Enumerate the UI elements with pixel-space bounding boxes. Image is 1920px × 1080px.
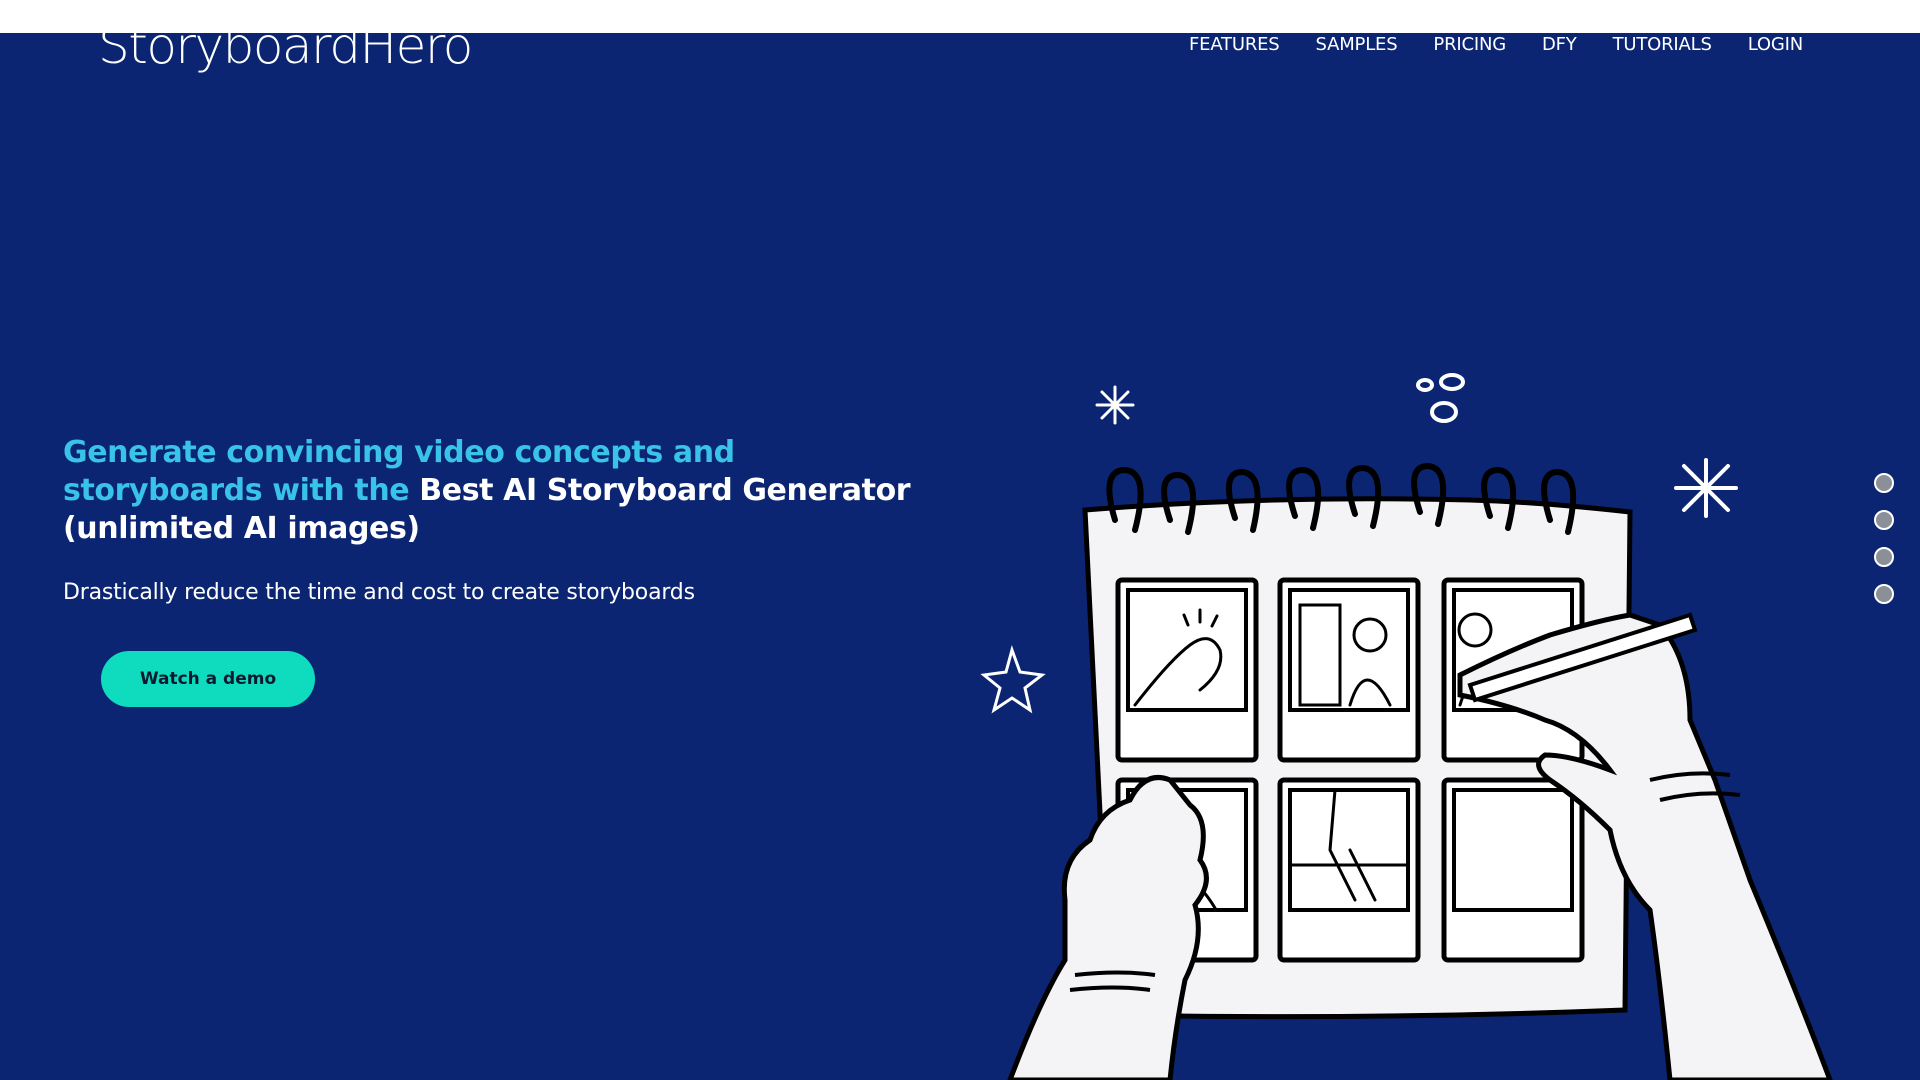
- hero-title: Generate convincing video concepts and s…: [63, 434, 943, 548]
- hero-section: Generate convincing video concepts and s…: [63, 434, 943, 605]
- left-hand: [1007, 775, 1209, 1080]
- section-dot-3[interactable]: [1874, 547, 1894, 567]
- hero-subtitle: Drastically reduce the time and cost to …: [63, 580, 695, 605]
- section-dot-2[interactable]: [1874, 510, 1894, 530]
- watch-demo-button[interactable]: Watch a demo: [101, 651, 315, 707]
- main-nav: FEATURES SAMPLES PRICING DFY TUTORIALS L…: [1189, 30, 1803, 60]
- pebbles-doodle: [1416, 373, 1465, 423]
- nav-tutorials[interactable]: TUTORIALS: [1613, 30, 1712, 60]
- nav-login[interactable]: LOGIN: [1748, 30, 1803, 60]
- section-dot-1[interactable]: [1874, 473, 1894, 493]
- nav-dfy[interactable]: DFY: [1542, 30, 1577, 60]
- nav-pricing[interactable]: PRICING: [1433, 30, 1506, 60]
- storyboard-illustration: [980, 373, 1833, 1080]
- logo[interactable]: StoryboardHero: [98, 14, 473, 75]
- sparkle-icon: [1095, 385, 1135, 425]
- star-icon: [980, 645, 1046, 714]
- logo-text: StoryboardHero: [98, 17, 473, 75]
- sparkle-icon: [1674, 458, 1738, 518]
- section-nav-dots: [1874, 473, 1894, 604]
- nav-features[interactable]: FEATURES: [1189, 30, 1280, 60]
- nav-samples[interactable]: SAMPLES: [1316, 30, 1398, 60]
- section-dot-4[interactable]: [1874, 584, 1894, 604]
